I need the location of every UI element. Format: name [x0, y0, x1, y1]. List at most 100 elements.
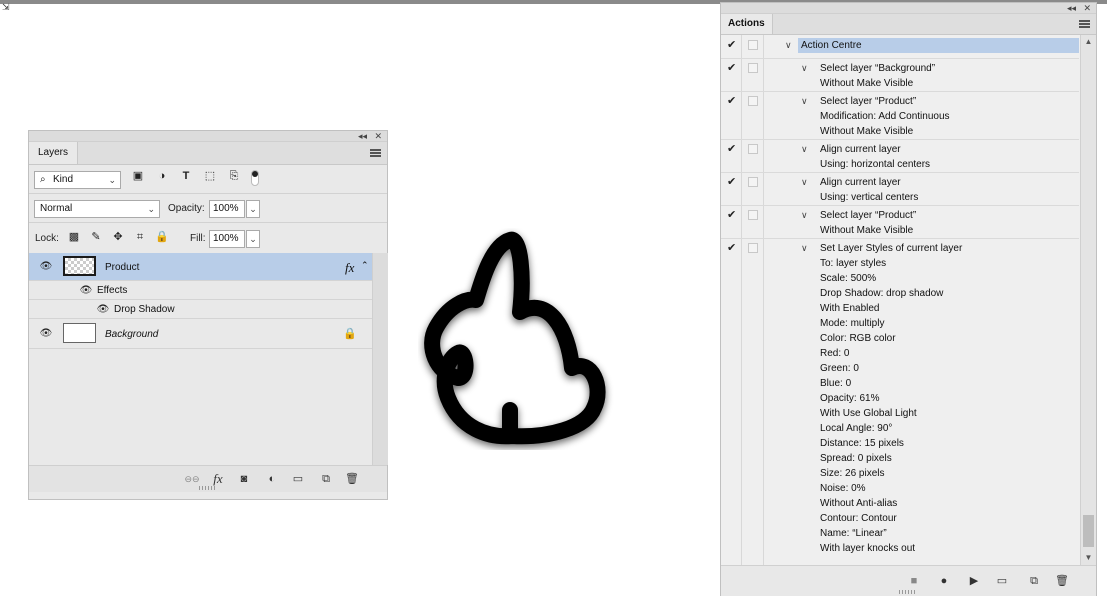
- action-param-row[interactable]: Without Make Visible: [721, 76, 1079, 91]
- actions-scrollbar[interactable]: ▲ ▼: [1080, 35, 1096, 565]
- add-mask-icon[interactable]: ◙: [237, 472, 251, 486]
- action-param-row[interactable]: To: layer styles: [721, 256, 1079, 271]
- play-icon[interactable]: ▶: [967, 574, 981, 588]
- collapse-icon[interactable]: ◂◂: [1067, 3, 1076, 13]
- lock-all-icon[interactable]: 🔒: [155, 230, 169, 244]
- action-param-row[interactable]: Without Make Visible: [721, 223, 1079, 238]
- pixel-filter-icon[interactable]: ▣: [131, 169, 145, 183]
- expand-chevron-icon[interactable]: ∨: [801, 208, 811, 222]
- dialog-toggle-box[interactable]: [748, 210, 758, 220]
- blend-mode-select[interactable]: Normal ⌄: [34, 200, 160, 218]
- record-icon[interactable]: ●: [937, 574, 951, 588]
- lock-transparent-icon[interactable]: ▩: [67, 230, 81, 244]
- visibility-eye-icon[interactable]: 👁: [39, 329, 53, 339]
- checkmark-icon[interactable]: ✔: [727, 61, 739, 75]
- action-param-row[interactable]: Using: horizontal centers: [721, 157, 1079, 172]
- dialog-toggle-box[interactable]: [748, 177, 758, 187]
- checkmark-icon[interactable]: ✔: [727, 94, 739, 108]
- resize-grip-icon[interactable]: [899, 590, 917, 594]
- action-param-row[interactable]: Green: 0: [721, 361, 1079, 376]
- expand-chevron-icon[interactable]: ∨: [801, 241, 811, 255]
- resize-grip-icon[interactable]: [199, 486, 217, 490]
- dialog-toggle-box[interactable]: [748, 40, 758, 50]
- shape-filter-icon[interactable]: ⬚: [203, 169, 217, 183]
- kind-filter-select[interactable]: ⌕ Kind ⌄: [34, 171, 121, 189]
- dialog-toggle-box[interactable]: [748, 144, 758, 154]
- new-layer-icon[interactable]: ⧉: [319, 472, 333, 486]
- opacity-dropdown-button[interactable]: ⌄: [246, 200, 260, 218]
- action-param-row[interactable]: Without Make Visible: [721, 124, 1079, 139]
- canvas-drawing[interactable]: [418, 228, 618, 450]
- action-param-row[interactable]: Using: vertical centers: [721, 190, 1079, 205]
- expand-chevron-icon[interactable]: ∨: [785, 38, 795, 52]
- action-param-row[interactable]: Distance: 15 pixels: [721, 436, 1079, 451]
- action-param-row[interactable]: Noise: 0%: [721, 481, 1079, 496]
- action-param-row[interactable]: Name: “Linear”: [721, 526, 1079, 541]
- action-param-row[interactable]: Scale: 500%: [721, 271, 1079, 286]
- action-set-row[interactable]: ✔ ∨ Action Centre: [721, 38, 1079, 53]
- new-set-folder-icon[interactable]: ▭: [995, 574, 1009, 588]
- panel-menu-icon[interactable]: [1079, 20, 1090, 28]
- link-layers-icon[interactable]: ⊖⊖: [181, 472, 203, 486]
- action-param-row[interactable]: Red: 0: [721, 346, 1079, 361]
- action-param-row[interactable]: Contour: Contour: [721, 511, 1079, 526]
- adjustment-layer-icon[interactable]: ◐: [265, 472, 279, 486]
- type-filter-icon[interactable]: T: [179, 169, 193, 183]
- delete-action-trash-icon[interactable]: 🗑: [1055, 574, 1069, 588]
- lock-artboard-crop-icon[interactable]: ⌗: [133, 230, 147, 244]
- effects-eye-icon[interactable]: 👁: [79, 286, 93, 296]
- action-step-row[interactable]: ✔ ∨ Select layer “Background”: [721, 61, 1079, 76]
- dialog-toggle-box[interactable]: [748, 96, 758, 106]
- panel-menu-icon[interactable]: [370, 149, 381, 157]
- checkmark-icon[interactable]: ✔: [727, 38, 739, 52]
- action-step-row[interactable]: ✔ ∨ Select layer “Product”: [721, 208, 1079, 223]
- visibility-eye-icon[interactable]: 👁: [39, 262, 53, 272]
- action-param-row[interactable]: With layer knocks out: [721, 541, 1079, 556]
- action-param-row[interactable]: Size: 26 pixels: [721, 466, 1079, 481]
- lock-position-move-icon[interactable]: ✥: [111, 230, 125, 244]
- expand-chevron-icon[interactable]: ∨: [801, 175, 811, 189]
- close-icon[interactable]: ✕: [374, 131, 382, 141]
- stop-icon[interactable]: ■: [907, 574, 921, 588]
- action-step-row[interactable]: ✔ ∨ Set Layer Styles of current layer: [721, 241, 1079, 256]
- action-param-row[interactable]: Opacity: 61%: [721, 391, 1079, 406]
- expand-chevron-icon[interactable]: ∨: [801, 61, 811, 75]
- close-icon[interactable]: ✕: [1083, 3, 1091, 13]
- tab-actions[interactable]: Actions: [721, 14, 773, 34]
- action-step-row[interactable]: ✔ ∨ Align current layer: [721, 142, 1079, 157]
- resize-corner-icon[interactable]: ⇲: [2, 2, 10, 12]
- fill-dropdown-button[interactable]: ⌄: [246, 230, 260, 248]
- layer-effects-row[interactable]: 👁 Effects: [29, 281, 372, 300]
- add-layer-style-fx-icon[interactable]: fx: [211, 472, 225, 486]
- scrollbar-thumb[interactable]: [1083, 515, 1094, 547]
- scroll-down-arrow-icon[interactable]: ▼: [1081, 553, 1096, 563]
- new-group-folder-icon[interactable]: ▭: [291, 472, 305, 486]
- layer-row-product[interactable]: 👁 Product fx ⌃: [29, 253, 372, 281]
- action-param-row[interactable]: Modification: Add Continuous: [721, 109, 1079, 124]
- action-step-row[interactable]: ✔ ∨ Select layer “Product”: [721, 94, 1079, 109]
- new-action-icon[interactable]: ⧉: [1027, 574, 1041, 588]
- layer-row-background[interactable]: 👁 Background 🔒: [29, 319, 372, 349]
- adjustment-filter-icon[interactable]: ◑: [155, 169, 169, 183]
- fill-field[interactable]: 100%: [209, 230, 245, 248]
- layer-drop-shadow-row[interactable]: 👁 Drop Shadow: [29, 300, 372, 319]
- action-param-row[interactable]: With Use Global Light: [721, 406, 1079, 421]
- action-param-row[interactable]: Blue: 0: [721, 376, 1079, 391]
- action-param-row[interactable]: Without Anti-alias: [721, 496, 1079, 511]
- action-param-row[interactable]: Mode: multiply: [721, 316, 1079, 331]
- dialog-toggle-box[interactable]: [748, 63, 758, 73]
- collapse-effects-icon[interactable]: ⌃: [361, 260, 369, 271]
- checkmark-icon[interactable]: ✔: [727, 241, 739, 255]
- checkmark-icon[interactable]: ✔: [727, 175, 739, 189]
- dialog-toggle-box[interactable]: [748, 243, 758, 253]
- action-param-row[interactable]: Drop Shadow: drop shadow: [721, 286, 1079, 301]
- scroll-up-arrow-icon[interactable]: ▲: [1081, 37, 1096, 47]
- checkmark-icon[interactable]: ✔: [727, 208, 739, 222]
- opacity-field[interactable]: 100%: [209, 200, 245, 218]
- tab-layers[interactable]: Layers: [29, 142, 79, 164]
- smart-object-filter-icon[interactable]: ⎘: [227, 169, 241, 183]
- expand-chevron-icon[interactable]: ∨: [801, 142, 811, 156]
- expand-chevron-icon[interactable]: ∨: [801, 94, 811, 108]
- lock-image-brush-icon[interactable]: ✎: [89, 230, 103, 244]
- collapse-icon[interactable]: ◂◂: [358, 131, 367, 141]
